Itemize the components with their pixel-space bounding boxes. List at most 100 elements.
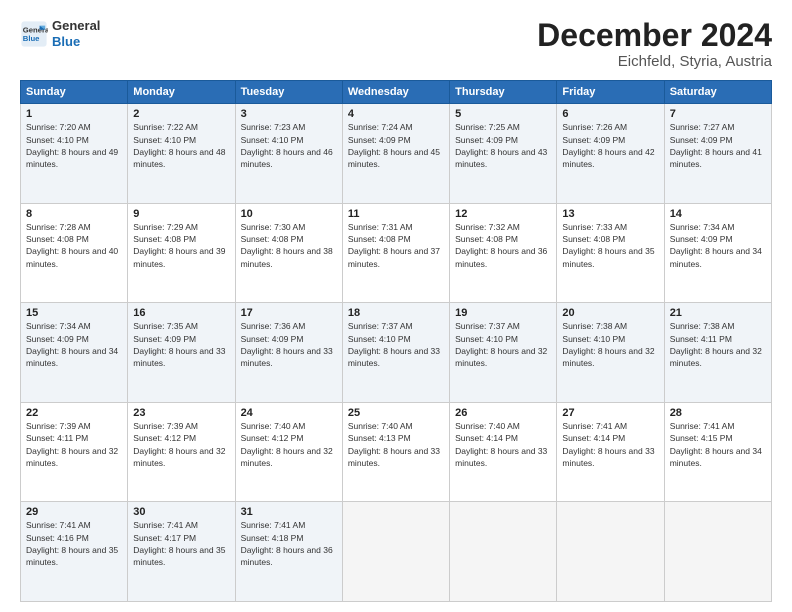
weekday-header-monday: Monday [128,81,235,104]
calendar-cell [557,502,664,602]
calendar-cell: 4Sunrise: 7:24 AMSunset: 4:09 PMDaylight… [342,104,449,204]
day-number: 23 [133,407,229,419]
day-number: 13 [562,208,658,220]
day-number: 26 [455,407,551,419]
day-number: 29 [26,506,122,518]
calendar-cell: 12Sunrise: 7:32 AMSunset: 4:08 PMDayligh… [450,203,557,303]
day-number: 7 [670,108,766,120]
day-info: Sunrise: 7:38 AMSunset: 4:10 PMDaylight:… [562,320,658,369]
day-number: 3 [241,108,337,120]
day-info: Sunrise: 7:37 AMSunset: 4:10 PMDaylight:… [455,320,551,369]
calendar-cell: 1Sunrise: 7:20 AMSunset: 4:10 PMDaylight… [21,104,128,204]
svg-text:Blue: Blue [23,34,40,43]
weekday-header-saturday: Saturday [664,81,771,104]
day-info: Sunrise: 7:20 AMSunset: 4:10 PMDaylight:… [26,121,122,170]
day-info: Sunrise: 7:27 AMSunset: 4:09 PMDaylight:… [670,121,766,170]
calendar-cell: 26Sunrise: 7:40 AMSunset: 4:14 PMDayligh… [450,402,557,502]
calendar-cell: 23Sunrise: 7:39 AMSunset: 4:12 PMDayligh… [128,402,235,502]
calendar-week-row: 15Sunrise: 7:34 AMSunset: 4:09 PMDayligh… [21,303,772,403]
logo-text-blue: Blue [52,34,100,50]
day-number: 14 [670,208,766,220]
calendar-cell: 14Sunrise: 7:34 AMSunset: 4:09 PMDayligh… [664,203,771,303]
calendar-subtitle: Eichfeld, Styria, Austria [537,53,772,70]
day-info: Sunrise: 7:29 AMSunset: 4:08 PMDaylight:… [133,221,229,270]
day-number: 2 [133,108,229,120]
calendar-cell: 17Sunrise: 7:36 AMSunset: 4:09 PMDayligh… [235,303,342,403]
calendar-cell: 19Sunrise: 7:37 AMSunset: 4:10 PMDayligh… [450,303,557,403]
calendar-cell: 8Sunrise: 7:28 AMSunset: 4:08 PMDaylight… [21,203,128,303]
day-number: 30 [133,506,229,518]
calendar-week-row: 8Sunrise: 7:28 AMSunset: 4:08 PMDaylight… [21,203,772,303]
day-info: Sunrise: 7:40 AMSunset: 4:12 PMDaylight:… [241,420,337,469]
day-number: 18 [348,307,444,319]
calendar-table: SundayMondayTuesdayWednesdayThursdayFrid… [20,80,772,602]
day-info: Sunrise: 7:23 AMSunset: 4:10 PMDaylight:… [241,121,337,170]
calendar-cell: 20Sunrise: 7:38 AMSunset: 4:10 PMDayligh… [557,303,664,403]
calendar-cell: 9Sunrise: 7:29 AMSunset: 4:08 PMDaylight… [128,203,235,303]
weekday-header-row: SundayMondayTuesdayWednesdayThursdayFrid… [21,81,772,104]
calendar-cell: 22Sunrise: 7:39 AMSunset: 4:11 PMDayligh… [21,402,128,502]
day-info: Sunrise: 7:34 AMSunset: 4:09 PMDaylight:… [26,320,122,369]
calendar-cell: 2Sunrise: 7:22 AMSunset: 4:10 PMDaylight… [128,104,235,204]
calendar-cell: 11Sunrise: 7:31 AMSunset: 4:08 PMDayligh… [342,203,449,303]
weekday-header-thursday: Thursday [450,81,557,104]
calendar-cell: 30Sunrise: 7:41 AMSunset: 4:17 PMDayligh… [128,502,235,602]
calendar-cell: 6Sunrise: 7:26 AMSunset: 4:09 PMDaylight… [557,104,664,204]
weekday-header-wednesday: Wednesday [342,81,449,104]
day-info: Sunrise: 7:41 AMSunset: 4:14 PMDaylight:… [562,420,658,469]
day-info: Sunrise: 7:34 AMSunset: 4:09 PMDaylight:… [670,221,766,270]
calendar-cell [664,502,771,602]
calendar-week-row: 1Sunrise: 7:20 AMSunset: 4:10 PMDaylight… [21,104,772,204]
calendar-cell [450,502,557,602]
title-block: December 2024 Eichfeld, Styria, Austria [537,18,772,70]
day-info: Sunrise: 7:37 AMSunset: 4:10 PMDaylight:… [348,320,444,369]
day-info: Sunrise: 7:38 AMSunset: 4:11 PMDaylight:… [670,320,766,369]
day-info: Sunrise: 7:41 AMSunset: 4:17 PMDaylight:… [133,519,229,568]
day-number: 16 [133,307,229,319]
day-info: Sunrise: 7:31 AMSunset: 4:08 PMDaylight:… [348,221,444,270]
calendar-cell: 24Sunrise: 7:40 AMSunset: 4:12 PMDayligh… [235,402,342,502]
logo-text-general: General [52,18,100,34]
page: General Blue General Blue December 2024 … [0,0,792,612]
day-number: 20 [562,307,658,319]
day-number: 9 [133,208,229,220]
day-info: Sunrise: 7:41 AMSunset: 4:18 PMDaylight:… [241,519,337,568]
day-number: 17 [241,307,337,319]
day-info: Sunrise: 7:26 AMSunset: 4:09 PMDaylight:… [562,121,658,170]
day-info: Sunrise: 7:33 AMSunset: 4:08 PMDaylight:… [562,221,658,270]
day-number: 19 [455,307,551,319]
calendar-cell: 28Sunrise: 7:41 AMSunset: 4:15 PMDayligh… [664,402,771,502]
day-number: 21 [670,307,766,319]
calendar-cell: 3Sunrise: 7:23 AMSunset: 4:10 PMDaylight… [235,104,342,204]
calendar-cell: 31Sunrise: 7:41 AMSunset: 4:18 PMDayligh… [235,502,342,602]
day-info: Sunrise: 7:41 AMSunset: 4:16 PMDaylight:… [26,519,122,568]
day-number: 10 [241,208,337,220]
calendar-title: December 2024 [537,18,772,53]
day-number: 28 [670,407,766,419]
calendar-cell: 10Sunrise: 7:30 AMSunset: 4:08 PMDayligh… [235,203,342,303]
calendar-cell: 5Sunrise: 7:25 AMSunset: 4:09 PMDaylight… [450,104,557,204]
calendar-week-row: 22Sunrise: 7:39 AMSunset: 4:11 PMDayligh… [21,402,772,502]
day-number: 11 [348,208,444,220]
header: General Blue General Blue December 2024 … [20,18,772,70]
weekday-header-sunday: Sunday [21,81,128,104]
day-info: Sunrise: 7:41 AMSunset: 4:15 PMDaylight:… [670,420,766,469]
day-number: 4 [348,108,444,120]
calendar-cell [342,502,449,602]
calendar-cell: 13Sunrise: 7:33 AMSunset: 4:08 PMDayligh… [557,203,664,303]
day-info: Sunrise: 7:24 AMSunset: 4:09 PMDaylight:… [348,121,444,170]
calendar-body: 1Sunrise: 7:20 AMSunset: 4:10 PMDaylight… [21,104,772,602]
calendar-cell: 15Sunrise: 7:34 AMSunset: 4:09 PMDayligh… [21,303,128,403]
day-info: Sunrise: 7:40 AMSunset: 4:13 PMDaylight:… [348,420,444,469]
day-info: Sunrise: 7:22 AMSunset: 4:10 PMDaylight:… [133,121,229,170]
calendar-week-row: 29Sunrise: 7:41 AMSunset: 4:16 PMDayligh… [21,502,772,602]
calendar-cell: 21Sunrise: 7:38 AMSunset: 4:11 PMDayligh… [664,303,771,403]
day-info: Sunrise: 7:39 AMSunset: 4:11 PMDaylight:… [26,420,122,469]
day-number: 24 [241,407,337,419]
day-info: Sunrise: 7:40 AMSunset: 4:14 PMDaylight:… [455,420,551,469]
day-info: Sunrise: 7:39 AMSunset: 4:12 PMDaylight:… [133,420,229,469]
day-number: 12 [455,208,551,220]
day-number: 25 [348,407,444,419]
day-number: 1 [26,108,122,120]
day-info: Sunrise: 7:32 AMSunset: 4:08 PMDaylight:… [455,221,551,270]
